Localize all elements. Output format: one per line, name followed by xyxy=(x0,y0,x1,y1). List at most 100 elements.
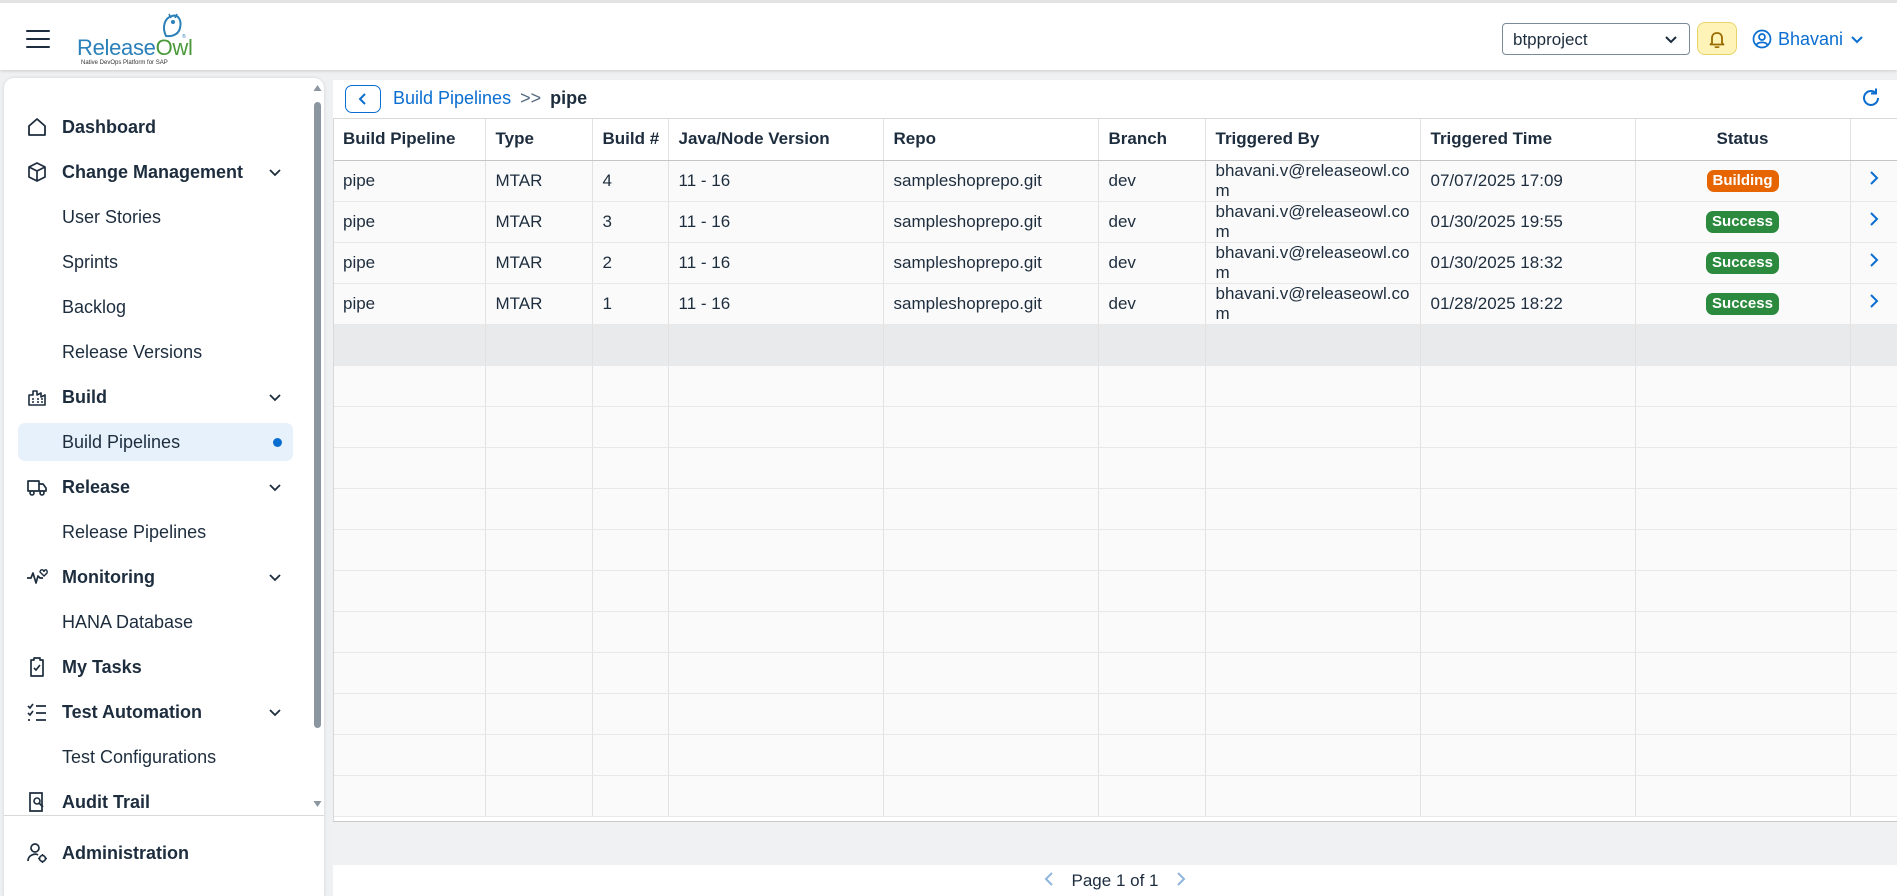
sidebar-item-label: Release xyxy=(62,477,131,497)
notifications-button[interactable] xyxy=(1697,22,1737,55)
empty-row xyxy=(333,365,1897,407)
sidebar-item-my-tasks[interactable]: My Tasks xyxy=(18,648,293,686)
next-page-button[interactable] xyxy=(1176,871,1186,891)
column-header[interactable]: Java/Node Version xyxy=(668,119,884,161)
row-navigation[interactable] xyxy=(1850,242,1897,284)
column-header[interactable]: Build Pipeline xyxy=(333,119,486,161)
chevron-down-icon[interactable] xyxy=(267,479,283,495)
table-header-row: Build Pipeline Type Build # Java/Node Ve… xyxy=(333,119,1897,161)
sidebar-item-sprints[interactable]: Sprints xyxy=(18,243,293,281)
user-menu-button[interactable]: Bhavani xyxy=(1752,25,1865,53)
sidebar-item-release-versions[interactable]: Release Versions xyxy=(18,333,293,371)
breadcrumb-separator: >> xyxy=(520,88,542,108)
column-header[interactable]: Triggered By xyxy=(1205,119,1421,161)
empty-row xyxy=(333,775,1897,817)
table-row[interactable]: pipe MTAR 3 11 - 16 sampleshoprepo.git d… xyxy=(333,201,1897,243)
previous-page-button[interactable] xyxy=(1044,871,1054,891)
cell-triggered-time: 01/30/2025 18:32 xyxy=(1420,242,1636,284)
scrollbar-thumb[interactable] xyxy=(314,102,321,728)
row-navigation[interactable] xyxy=(1850,201,1897,243)
sidebar-item-label: Change Management xyxy=(62,162,244,182)
table-row[interactable]: pipe MTAR 1 11 - 16 sampleshoprepo.git d… xyxy=(333,283,1897,325)
cell-type: MTAR xyxy=(485,160,593,202)
sidebar-item-label: HANA Database xyxy=(62,612,194,632)
cell-version: 11 - 16 xyxy=(668,160,884,202)
sidebar-item-user-stories[interactable]: User Stories xyxy=(18,198,293,236)
scroll-up-icon[interactable] xyxy=(313,84,322,92)
cell-triggered-by: bhavani.v@releaseowl.com xyxy=(1205,160,1421,202)
breadcrumb-link-build-pipelines[interactable]: Build Pipelines xyxy=(393,88,511,108)
nav-list: Dashboard Change Management User Stories… xyxy=(4,78,310,815)
scroll-down-icon[interactable] xyxy=(313,800,322,808)
cell-type: MTAR xyxy=(485,283,593,325)
sidebar-item-build[interactable]: Build xyxy=(18,378,293,416)
column-header[interactable]: Repo xyxy=(883,119,1099,161)
project-select[interactable]: btpproject xyxy=(1502,23,1690,55)
empty-row xyxy=(333,652,1897,694)
cell-type: MTAR xyxy=(485,201,593,243)
sidebar-item-dashboard[interactable]: Dashboard xyxy=(18,108,293,146)
sidebar-item-monitoring[interactable]: Monitoring xyxy=(18,558,293,596)
cell-version: 11 - 16 xyxy=(668,201,884,243)
empty-row xyxy=(333,447,1897,489)
menu-icon[interactable] xyxy=(26,30,50,48)
sidebar-item-backlog[interactable]: Backlog xyxy=(18,288,293,326)
cell-build-number: 1 xyxy=(592,283,669,325)
column-header[interactable]: Triggered Time xyxy=(1420,119,1636,161)
sidebar-item-test-configurations[interactable]: Test Configurations xyxy=(18,738,293,776)
chevron-down-icon[interactable] xyxy=(267,569,283,585)
sidebar-item-release-pipelines[interactable]: Release Pipelines xyxy=(18,513,293,551)
cell-triggered-by: bhavani.v@releaseowl.com xyxy=(1205,242,1421,284)
chevron-down-icon[interactable] xyxy=(267,704,283,720)
status-badge: Success xyxy=(1706,210,1779,233)
row-navigation[interactable] xyxy=(1850,160,1897,202)
sidebar-item-hana-database[interactable]: HANA Database xyxy=(18,603,293,641)
sidebar-item-administration[interactable]: Administration xyxy=(18,834,293,872)
column-header[interactable]: Status xyxy=(1635,119,1851,161)
chevron-right-icon xyxy=(1869,171,1878,185)
sidebar-item-label: Test Automation xyxy=(62,702,202,722)
refresh-icon[interactable] xyxy=(1859,86,1883,110)
user-settings-icon xyxy=(27,843,47,863)
pagination: Page 1 of 1 xyxy=(333,865,1897,896)
table-left-border xyxy=(333,118,334,821)
cell-version: 11 - 16 xyxy=(668,242,884,284)
column-header[interactable]: Build # xyxy=(592,119,669,161)
table-row[interactable]: pipe MTAR 4 11 - 16 sampleshoprepo.git d… xyxy=(333,160,1897,202)
row-navigation[interactable] xyxy=(1850,283,1897,325)
cell-pipeline: pipe xyxy=(333,242,486,284)
column-header[interactable]: Type xyxy=(485,119,593,161)
logo-tagline: Native DevOps Platform for SAP xyxy=(81,60,168,66)
app-logo[interactable]: ® ReleaseOwl Native DevOps Platform for … xyxy=(75,8,195,68)
cell-type: MTAR xyxy=(485,242,593,284)
sidebar-item-label: Backlog xyxy=(62,297,127,317)
sidebar-item-audit-trail[interactable]: Audit Trail xyxy=(18,783,293,815)
page-indicator: Page 1 of 1 xyxy=(1071,870,1159,890)
empty-row xyxy=(333,611,1897,653)
sidebar-item-release[interactable]: Release xyxy=(18,468,293,506)
sidebar-item-label: Release Versions xyxy=(62,342,203,362)
cell-branch: dev xyxy=(1098,201,1206,243)
chevron-down-icon[interactable] xyxy=(267,389,283,405)
clipboard-icon xyxy=(30,657,44,677)
chevron-down-icon[interactable] xyxy=(267,164,283,180)
empty-row xyxy=(333,406,1897,448)
status-badge: Success xyxy=(1706,292,1779,315)
factory-icon xyxy=(28,390,46,406)
sidebar-item-label: User Stories xyxy=(62,207,162,227)
sidebar-scrollbar[interactable] xyxy=(310,78,324,815)
column-header[interactable]: Branch xyxy=(1098,119,1206,161)
chevron-right-icon xyxy=(1869,253,1878,267)
heart-pulse-icon xyxy=(27,569,48,584)
chevron-down-icon xyxy=(1665,36,1677,44)
back-button[interactable] xyxy=(345,85,381,113)
sidebar-item-change-management[interactable]: Change Management xyxy=(18,153,293,191)
sidebar-item-build-pipelines[interactable]: Build Pipelines xyxy=(18,423,293,461)
cell-triggered-by: bhavani.v@releaseowl.com xyxy=(1205,201,1421,243)
cell-repo: sampleshoprepo.git xyxy=(883,160,1099,202)
sidebar-item-label: Administration xyxy=(62,843,190,863)
table-row[interactable]: pipe MTAR 2 11 - 16 sampleshoprepo.git d… xyxy=(333,242,1897,284)
chevron-right-icon xyxy=(1177,871,1186,886)
cell-triggered-time: 07/07/2025 17:09 xyxy=(1420,160,1636,202)
sidebar-item-test-automation[interactable]: Test Automation xyxy=(18,693,293,731)
